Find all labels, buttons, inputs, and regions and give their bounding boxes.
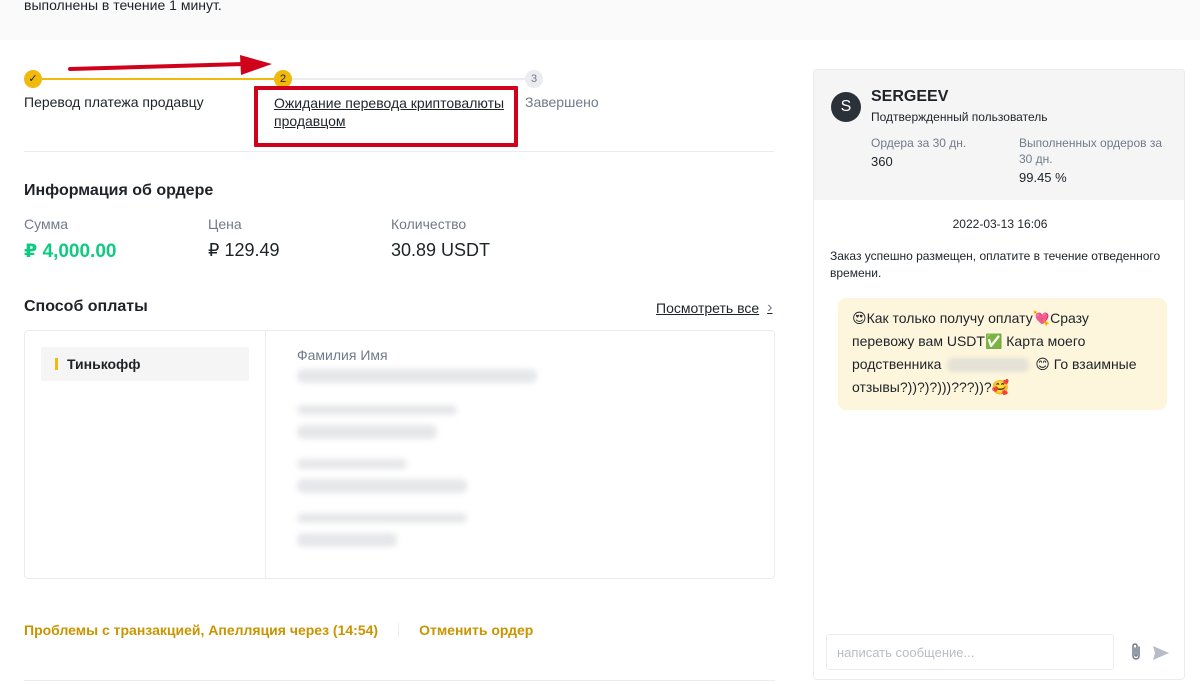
redacted-value: [297, 425, 437, 439]
chat-header: S SERGEEV Подтвержденный пользователь Ор…: [814, 70, 1184, 200]
orders-stat: Ордера за 30 дн. 360: [871, 135, 966, 170]
avatar: S: [831, 92, 861, 122]
quantity-value: 30.89 USDT: [391, 240, 491, 260]
appeal-link[interactable]: Проблемы с транзакцией, Апелляция через …: [24, 622, 378, 638]
bank-name: Тинькофф: [67, 356, 141, 372]
amount-label: Сумма: [24, 216, 68, 232]
quantity-label: Количество: [391, 216, 467, 232]
redacted-text: [947, 358, 1030, 373]
see-all-link[interactable]: Посмотреть все ›: [656, 299, 772, 317]
divider: [24, 680, 775, 681]
divider: [398, 623, 400, 637]
quantity-block: Количество 30.89 USDT: [391, 216, 490, 261]
verified-badge: Подтвержденный пользователь: [871, 110, 1048, 124]
payment-method-title: Способ оплаты: [24, 298, 148, 315]
amount-block: Сумма ₽ 4,000.00: [24, 216, 116, 263]
redacted-label: [297, 405, 457, 415]
order-info-title: Информация об ордере: [24, 182, 214, 199]
chat-message-bubble: 😍Как только получу оплату💘Сразу перевожу…: [838, 298, 1167, 410]
chat-panel: S SERGEEV Подтвержденный пользователь Ор…: [813, 69, 1185, 680]
banner-text: выполнены в течение 1 минут.: [24, 0, 222, 13]
price-block: Цена ₽ 129.49: [208, 216, 280, 261]
order-actions: Проблемы с транзакцией, Апелляция через …: [24, 622, 533, 638]
message-timestamp: 2022-03-13 16:06: [952, 217, 1048, 231]
step-3-label: Завершено: [525, 94, 599, 110]
step-3-indicator: 3: [525, 70, 543, 88]
step-1-check-icon: ✓: [24, 70, 42, 88]
step-pending-line: [292, 78, 525, 80]
redacted-value: [297, 479, 467, 493]
cancel-order-link[interactable]: Отменить ордер: [419, 622, 533, 638]
chevron-right-icon: ›: [767, 299, 773, 316]
redacted-value: [297, 533, 397, 547]
redacted-label: [297, 459, 407, 469]
seller-name[interactable]: SERGEEV: [871, 88, 948, 106]
amount-value: ₽ 4,000.00: [24, 241, 117, 262]
price-label: Цена: [208, 216, 242, 232]
annotation-arrow-icon: [68, 55, 272, 75]
completion-label: Выполненных ордеров за 30 дн.: [1019, 136, 1163, 166]
see-all-label: Посмотреть все: [656, 300, 760, 316]
payment-details-panel: Тинькофф Фамилия Имя: [24, 330, 775, 579]
orders-value: 360: [871, 154, 893, 169]
selected-indicator: [55, 358, 58, 370]
paperclip-icon[interactable]: [1128, 642, 1144, 662]
send-icon[interactable]: [1152, 644, 1170, 662]
system-message: Заказ успешно размещен, оплатите в течен…: [830, 249, 1161, 280]
completion-value: 99.45 %: [1019, 170, 1067, 185]
orders-label: Ордера за 30 дн.: [871, 136, 967, 150]
payment-method-item[interactable]: Тинькофф: [41, 347, 249, 381]
top-banner: выполнены в течение 1 минут.: [0, 0, 1200, 40]
redacted-name: [297, 369, 537, 383]
name-field-label: Фамилия Имя: [297, 347, 388, 363]
redacted-label: [297, 513, 467, 523]
step-1-label: Перевод платежа продавцу: [24, 94, 204, 110]
annotation-highlight-box: [254, 86, 518, 147]
price-value: ₽ 129.49: [208, 240, 280, 260]
payment-fields: Фамилия Имя: [297, 347, 388, 363]
message-input[interactable]: [826, 634, 1114, 670]
payment-methods-list: Тинькофф: [25, 331, 266, 578]
completion-stat: Выполненных ордеров за 30 дн. 99.45 %: [1019, 135, 1169, 186]
